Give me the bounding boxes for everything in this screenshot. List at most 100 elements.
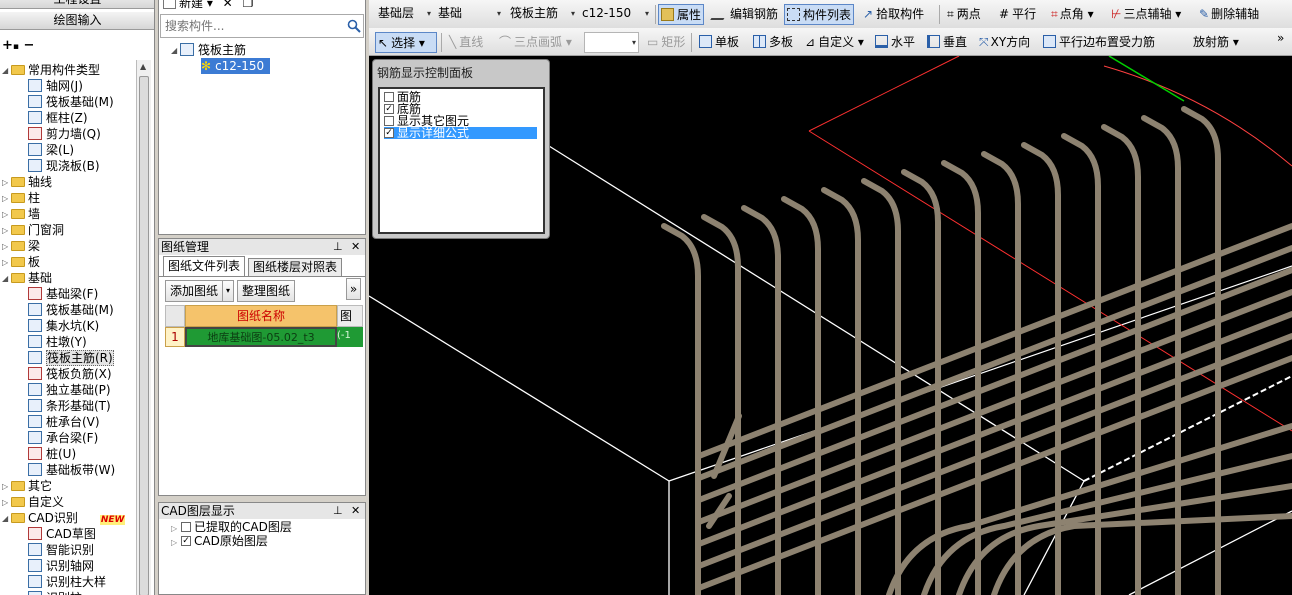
tree-item[interactable]: 基础梁(F) bbox=[28, 286, 98, 302]
show-formula-option[interactable]: ✓ 显示详细公式 bbox=[384, 127, 537, 139]
vertical-button[interactable]: 垂直 bbox=[925, 32, 969, 53]
expand-icon[interactable]: ▷ bbox=[2, 191, 11, 207]
tree-folder[interactable]: ◢ CAD识别 NEW bbox=[2, 510, 126, 527]
new-button[interactable]: 新建 ▾ ✕ ❐ bbox=[163, 0, 253, 11]
tree-item[interactable]: CAD草图 bbox=[28, 526, 96, 542]
search-icon[interactable] bbox=[347, 19, 361, 33]
collapse-icon[interactable]: ◢ bbox=[2, 511, 11, 527]
tree-folder[interactable]: ◢ 常用构件类型 bbox=[2, 62, 100, 78]
expand-collapse-icons[interactable]: +▪ − bbox=[2, 38, 34, 53]
tree-folder[interactable]: ▷ 门窗洞 bbox=[2, 222, 64, 238]
tree-scrollbar[interactable]: ▲ bbox=[136, 60, 151, 595]
tree-item[interactable]: 筏板负筋(X) bbox=[28, 366, 112, 382]
expand-icon[interactable]: ▷ bbox=[2, 495, 11, 511]
expand-icon[interactable]: ▷ bbox=[2, 239, 11, 255]
component-type-select[interactable]: 筏板主筋 ▾ bbox=[507, 4, 577, 25]
tree-item[interactable]: 基础板带(W) bbox=[28, 462, 115, 478]
tree-folder[interactable]: ▷ 梁 bbox=[2, 238, 40, 254]
cad-layer-extracted[interactable]: ▷ 已提取的CAD图层 bbox=[171, 521, 292, 533]
tree-item[interactable]: 剪力墙(Q) bbox=[28, 126, 101, 142]
select-button[interactable]: ↖ 选择 ▾ bbox=[375, 32, 437, 53]
table-row-extra-cell[interactable]: (-1 bbox=[337, 327, 363, 347]
collapse-icon[interactable]: ◢ bbox=[171, 43, 180, 59]
copy-icon[interactable]: ❐ bbox=[243, 0, 254, 10]
tree-item[interactable]: 识别柱 bbox=[28, 590, 82, 595]
horizontal-button[interactable]: 水平 bbox=[873, 32, 917, 53]
close-icon[interactable]: ✕ bbox=[351, 239, 360, 255]
single-slab-button[interactable]: 单板 bbox=[697, 32, 741, 53]
properties-button[interactable]: 属性 bbox=[658, 4, 705, 25]
rect-button[interactable]: ▭ 矩形 bbox=[645, 32, 687, 53]
checkbox[interactable] bbox=[384, 91, 394, 102]
point-angle-button[interactable]: ⌗ 点角 ▾ bbox=[1049, 4, 1096, 25]
collapse-all-icon[interactable]: − bbox=[24, 38, 35, 53]
custom-button[interactable]: ⊿ 自定义 ▾ bbox=[803, 32, 866, 53]
column-header-name[interactable]: 图纸名称 bbox=[185, 305, 337, 327]
delete-icon[interactable]: ✕ bbox=[223, 0, 233, 10]
tree-item[interactable]: 轴网(J) bbox=[28, 78, 83, 94]
tree-item[interactable]: 筏板主筋(R) bbox=[28, 350, 114, 366]
add-drawing-dropdown[interactable]: ▾ bbox=[222, 280, 234, 302]
tree-item[interactable]: 梁(L) bbox=[28, 142, 74, 158]
layer-checkbox[interactable] bbox=[180, 521, 191, 532]
cad-layer-original[interactable]: ▷ ✓ CAD原始图层 bbox=[171, 535, 268, 547]
draw-input-tab[interactable]: 绘图输入 bbox=[0, 12, 154, 30]
pin-icon[interactable]: ⊥ bbox=[333, 503, 343, 519]
organize-drawing-button[interactable]: 整理图纸 bbox=[237, 280, 296, 302]
tree-item[interactable]: 框柱(Z) bbox=[28, 110, 88, 126]
close-icon[interactable]: ✕ bbox=[351, 503, 360, 519]
search-input[interactable] bbox=[163, 17, 343, 35]
tree-item[interactable]: 柱墩(Y) bbox=[28, 334, 87, 350]
scroll-up-icon[interactable]: ▲ bbox=[140, 62, 146, 71]
tab-floor-mapping[interactable]: 图纸楼层对照表 bbox=[248, 258, 343, 276]
expand-icon[interactable]: ▷ bbox=[2, 223, 11, 239]
tree-folder[interactable]: ▷ 自定义 bbox=[2, 494, 64, 510]
delete-axis-button[interactable]: ✎ 删除辅轴 bbox=[1197, 4, 1261, 25]
tree-folder[interactable]: ▷ 墙 bbox=[2, 206, 40, 222]
expand-all-icon[interactable]: + bbox=[2, 38, 13, 53]
layer-checkbox[interactable]: ✓ bbox=[180, 535, 191, 546]
expand-icon[interactable]: ▷ bbox=[2, 175, 11, 191]
tree-item[interactable]: 识别柱大样 bbox=[28, 574, 106, 590]
category-select[interactable]: 基础 ▾ bbox=[435, 4, 503, 25]
table-row-name-cell[interactable]: 地库基础图-05.02_t3 bbox=[185, 327, 337, 347]
arc-button[interactable]: ⌒ 三点画弧 ▾ bbox=[497, 32, 574, 53]
more-button[interactable]: » bbox=[346, 278, 361, 300]
pin-icon[interactable]: ⊥ bbox=[333, 239, 343, 255]
tree-folder[interactable]: ▷ 其它 bbox=[2, 478, 52, 494]
tree-folder[interactable]: ▷ 板 bbox=[2, 254, 40, 270]
tree-folder[interactable]: ▷ 轴线 bbox=[2, 174, 52, 190]
two-points-button[interactable]: ⌗ 两点 bbox=[945, 4, 983, 25]
floor-select[interactable]: 基础层 ▾ bbox=[375, 4, 433, 25]
checkbox[interactable] bbox=[384, 115, 394, 126]
collapse-icon[interactable]: ◢ bbox=[2, 63, 11, 79]
component-name-select[interactable]: c12-150 ▾ bbox=[579, 4, 651, 25]
parallel-edge-button[interactable]: 平行边布置受力筋 bbox=[1041, 32, 1157, 53]
tree-item[interactable]: 条形基础(T) bbox=[28, 398, 111, 414]
component-list-button[interactable]: 构件列表 bbox=[784, 4, 855, 25]
xy-direction-button[interactable]: ⤧ XY方向 bbox=[977, 32, 1032, 53]
expand-icon[interactable]: ▷ bbox=[2, 479, 11, 495]
radial-button[interactable]: 放射筋 ▾ bbox=[1191, 32, 1241, 53]
tree-item[interactable]: 筏板基础(M) bbox=[28, 94, 114, 110]
tree-item[interactable]: 筏板基础(M) bbox=[28, 302, 114, 318]
shape-select[interactable]: ▾ bbox=[584, 32, 639, 53]
tree-folder[interactable]: ▷ 柱 bbox=[2, 190, 40, 206]
parallel-button[interactable]: # 平行 bbox=[997, 4, 1038, 25]
line-button[interactable]: ╲ 直线 bbox=[447, 32, 485, 53]
edit-rebar-button[interactable]: 编辑钢筋 bbox=[710, 4, 780, 25]
checkbox[interactable]: ✓ bbox=[384, 127, 394, 138]
tree-item[interactable]: 现浇板(B) bbox=[28, 158, 100, 174]
tree-item[interactable]: 桩(U) bbox=[28, 446, 76, 462]
tree-item[interactable]: 独立基础(P) bbox=[28, 382, 111, 398]
checkbox[interactable]: ✓ bbox=[384, 103, 394, 114]
tree-item[interactable]: 识别轴网 bbox=[28, 558, 94, 574]
project-settings-tab[interactable]: 工程设置 bbox=[0, 0, 154, 9]
tree-item[interactable]: 集水坑(K) bbox=[28, 318, 99, 334]
tree-item[interactable]: 智能识别 bbox=[28, 542, 94, 558]
collapse-icon[interactable]: ◢ bbox=[2, 271, 11, 287]
pick-component-button[interactable]: ↗ 拾取构件 bbox=[861, 4, 926, 25]
multi-slab-button[interactable]: 多板 bbox=[751, 32, 795, 53]
tree-item[interactable]: 桩承台(V) bbox=[28, 414, 100, 430]
component-tree-root[interactable]: ◢ 筏板主筋 bbox=[171, 42, 246, 58]
